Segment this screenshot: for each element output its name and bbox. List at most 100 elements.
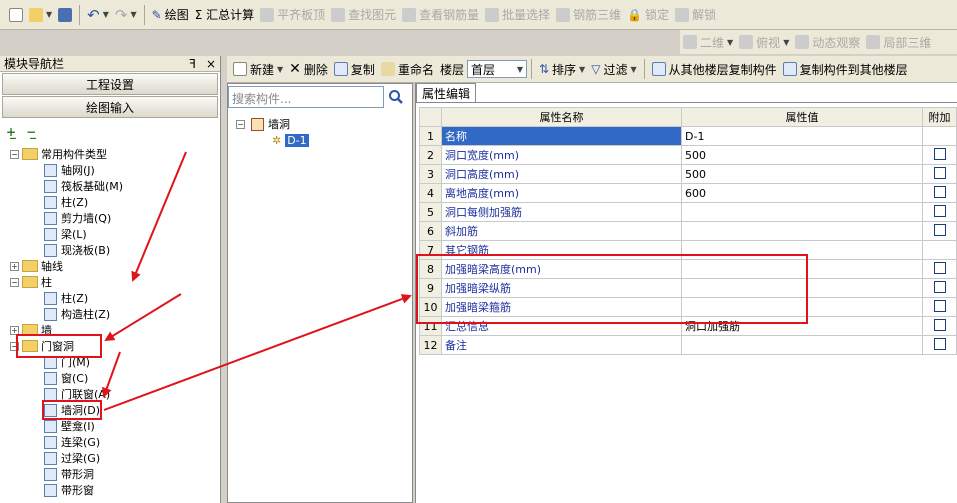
pin-icon[interactable]: ꟻ [189, 57, 196, 71]
nav-folder[interactable]: + 轴线 [0, 258, 220, 274]
nav-item[interactable]: 窗(C) [0, 370, 220, 386]
top-view-select[interactable]: 俯视 ▼ [736, 31, 792, 53]
sort-button[interactable]: ⇅ 排序 ▼ [536, 58, 588, 80]
collapse-icon[interactable]: − [10, 277, 19, 287]
component-search-input[interactable]: 搜索构件... [228, 86, 384, 108]
expand-all-icon[interactable]: +̲ [6, 125, 16, 139]
new-component-button[interactable]: 新建 ▼ [230, 58, 286, 80]
extra-checkbox[interactable] [933, 223, 946, 236]
expand-icon[interactable]: + [10, 325, 19, 335]
component-tree-root[interactable]: − 墙洞 [236, 116, 309, 132]
dynamic-view-button[interactable]: 动态观察 [792, 31, 863, 53]
nav-item[interactable]: 剪力墙(Q) [0, 210, 220, 226]
nav-folder[interactable]: + 墙 [0, 322, 220, 338]
collapse-icon[interactable]: − [10, 341, 19, 351]
extra-checkbox[interactable] [933, 147, 946, 160]
property-value-cell[interactable]: 500 [681, 164, 923, 184]
property-row[interactable]: 6 斜加筋 [419, 221, 957, 241]
redo-button[interactable]: ↷ ▼ [112, 4, 140, 26]
nav-item[interactable]: 带形窗 [0, 482, 220, 498]
save-button[interactable] [55, 4, 75, 26]
nav-item[interactable]: 轴网(J) [0, 162, 220, 178]
nav-item[interactable]: 连梁(G) [0, 434, 220, 450]
nav-item[interactable]: 梁(L) [0, 226, 220, 242]
property-row[interactable]: 1 名称 D-1 [419, 126, 957, 146]
copy-to-other-floor-button[interactable]: 复制构件到其他楼层 [780, 58, 911, 80]
property-row[interactable]: 3 洞口高度(mm) 500 [419, 164, 957, 184]
lock-button[interactable]: 🔒 锁定 [624, 4, 672, 26]
collapse-icon[interactable]: − [10, 149, 19, 159]
property-value-cell[interactable] [681, 202, 923, 222]
nav-item[interactable]: 门联窗(A) [0, 386, 220, 402]
unlock-button[interactable]: 解锁 [672, 4, 719, 26]
property-value-cell[interactable] [681, 240, 923, 260]
close-icon[interactable]: × [206, 57, 216, 71]
sum-calc-button[interactable]: Σ 汇总计算 [192, 4, 257, 26]
nav-item[interactable]: 构造柱(Z) [0, 306, 220, 322]
property-row[interactable]: 9 加强暗梁纵筋 [419, 278, 957, 298]
property-row[interactable]: 11 汇总信息 洞口加强筋 [419, 316, 957, 336]
nav-folder[interactable]: − 门窗洞 [0, 338, 220, 354]
nav-item[interactable]: 带形洞 [0, 466, 220, 482]
expand-icon[interactable]: + [10, 261, 19, 271]
property-row[interactable]: 5 洞口每侧加强筋 [419, 202, 957, 222]
extra-checkbox[interactable] [933, 280, 946, 293]
nav-item[interactable]: 门(M) [0, 354, 220, 370]
property-value-cell[interactable]: 600 [681, 183, 923, 203]
extra-checkbox[interactable] [933, 299, 946, 312]
property-row[interactable]: 12 备注 [419, 335, 957, 355]
rename-component-button[interactable]: 重命名 [378, 58, 437, 80]
property-row[interactable]: 10 加强暗梁箍筋 [419, 297, 957, 317]
nav-folder[interactable]: − 常用构件类型 [0, 146, 220, 162]
nav-item[interactable]: 壁龛(I) [0, 418, 220, 434]
open-file-button[interactable]: ▼ [26, 4, 55, 26]
property-value-cell[interactable]: D-1 [681, 126, 923, 146]
find-element-button[interactable]: 查找图元 [328, 4, 399, 26]
view-rebar-button[interactable]: 查看钢筋量 [399, 4, 482, 26]
filter-button[interactable]: ▽ 过滤 ▼ [588, 58, 639, 80]
project-settings-button[interactable]: 工程设置 [2, 73, 218, 95]
collapse-icon[interactable]: − [236, 119, 245, 129]
search-icon[interactable] [387, 88, 405, 106]
flat-slab-button[interactable]: 平齐板顶 [257, 4, 328, 26]
delete-component-button[interactable]: ✕ 删除 [286, 58, 331, 80]
rebar-3d-button[interactable]: 钢筋三维 [553, 4, 624, 26]
copy-from-other-floor-button[interactable]: 从其他楼层复制构件 [649, 58, 780, 80]
extra-checkbox[interactable] [933, 318, 946, 331]
drawing-input-button[interactable]: 绘图输入 [2, 96, 218, 118]
extra-checkbox[interactable] [933, 337, 946, 350]
extra-checkbox[interactable] [933, 166, 946, 179]
extra-checkbox[interactable] [933, 261, 946, 274]
property-row[interactable]: 4 离地高度(mm) 600 [419, 183, 957, 203]
component-tree-item[interactable]: ✲ D-1 [236, 132, 309, 148]
property-row[interactable]: 7 其它钢筋 [419, 240, 957, 260]
nav-item[interactable]: 现浇板(B) [0, 242, 220, 258]
property-value-cell[interactable] [681, 259, 923, 279]
local-3d-button[interactable]: 局部三维 [863, 31, 934, 53]
collapse-all-icon[interactable]: −̲ [26, 125, 36, 139]
undo-button[interactable]: ↶ ▼ [84, 4, 112, 26]
nav-folder[interactable]: − 柱 [0, 274, 220, 290]
nav-item[interactable]: 柱(Z) [0, 194, 220, 210]
property-value-cell[interactable]: 洞口加强筋 [681, 316, 923, 336]
floor-select[interactable]: 首层 ▼ [466, 60, 527, 78]
draw-button[interactable]: ✎ 绘图 [149, 4, 192, 26]
extra-checkbox[interactable] [933, 185, 946, 198]
two-d-select[interactable]: 二维 ▼ [680, 31, 736, 53]
property-row[interactable]: 2 洞口宽度(mm) 500 [419, 145, 957, 165]
property-value-cell[interactable] [681, 278, 923, 298]
property-value-cell[interactable] [681, 335, 923, 355]
batch-select-button[interactable]: 批量选择 [482, 4, 553, 26]
nav-item[interactable]: 筏板基础(M) [0, 178, 220, 194]
new-file-button[interactable] [6, 4, 26, 26]
property-value-cell[interactable]: 500 [681, 145, 923, 165]
nav-item[interactable]: 柱(Z) [0, 290, 220, 306]
nav-item[interactable]: 过梁(G) [0, 450, 220, 466]
tab-property-edit[interactable]: 属性编辑 [416, 83, 476, 103]
copy-component-button[interactable]: 复制 [331, 58, 378, 80]
property-value-cell[interactable] [681, 297, 923, 317]
nav-item[interactable]: 墙洞(D) [0, 402, 220, 418]
extra-checkbox[interactable] [933, 204, 946, 217]
property-value-cell[interactable] [681, 221, 923, 241]
property-row[interactable]: 8 加强暗梁高度(mm) [419, 259, 957, 279]
